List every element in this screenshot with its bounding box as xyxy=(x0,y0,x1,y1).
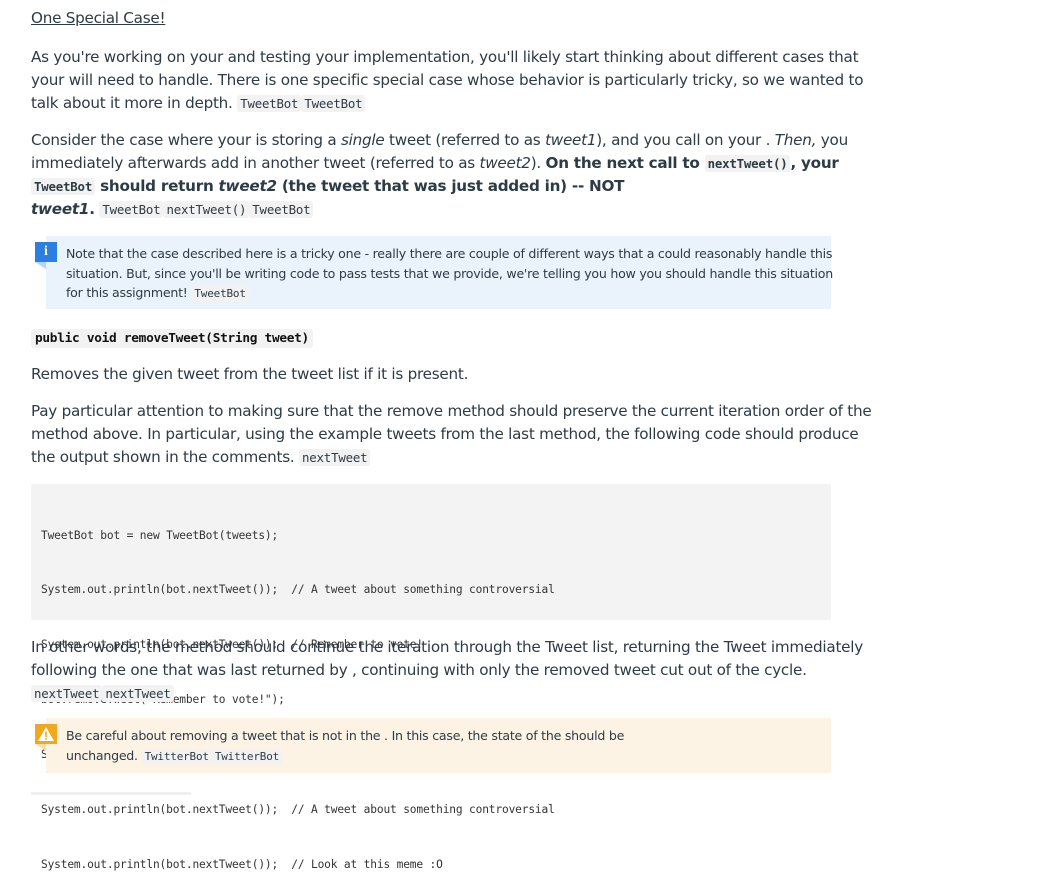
code-line: System.out.println(bot.nextTweet()); // … xyxy=(41,583,555,597)
section-heading: One Special Case! xyxy=(31,9,166,27)
code-line: TweetBot bot = new TweetBot(tweets); xyxy=(41,528,279,542)
consider-line-4: tweet1. TweetBot nextTweet() TweetBot xyxy=(31,198,848,221)
warning-callout: Be careful about removing a tweet that i… xyxy=(35,718,831,773)
inline-code: nextTweet xyxy=(102,685,174,702)
inline-code: nextTweet() xyxy=(704,155,791,172)
inline-code: TweetBot xyxy=(191,286,249,301)
inline-code: TweetBot xyxy=(249,201,314,218)
warning-icon-fold xyxy=(35,744,46,751)
method-description: Removes the given tweet from the tweet l… xyxy=(31,365,469,383)
pay-attention-paragraph: Pay particular attention to making sure … xyxy=(31,402,872,466)
inline-code: nextTweet xyxy=(31,685,103,702)
method-signature: public void removeTweet(String tweet) xyxy=(31,327,313,348)
info-callout: i Note that the case described here is a… xyxy=(35,236,833,309)
inline-code: nextTweet() xyxy=(163,201,250,218)
inline-code: TwitterBot xyxy=(141,748,212,764)
intro-line-2: your will need to handle. There is one s… xyxy=(31,71,864,89)
consider-line-2: immediately afterwards add in another tw… xyxy=(31,154,839,172)
intro-line-1: As you're working on your and testing yo… xyxy=(31,48,859,66)
info-icon-fold xyxy=(35,262,46,269)
info-icon: i xyxy=(35,242,57,262)
inline-code: nextTweet xyxy=(299,449,371,466)
warning-icon xyxy=(35,724,57,744)
intro-paragraph: As you're working on your and testing yo… xyxy=(31,46,864,115)
inline-code: TweetBot xyxy=(301,95,366,112)
info-callout-text: Note that the case described here is a t… xyxy=(66,246,833,301)
inline-code: TweetBot xyxy=(237,95,302,112)
warning-callout-text: Be careful about removing a tweet that i… xyxy=(66,728,625,764)
consider-line-1: Consider the case where your is storing … xyxy=(31,131,848,149)
code-line: System.out.println(bot.nextTweet()); // … xyxy=(41,857,443,871)
inline-code: TwitterBot xyxy=(211,748,283,764)
consider-line-3: TweetBot should return tweet2 (the tweet… xyxy=(31,175,848,198)
intro-line-3: talk about it more in depth. TweetBot Twe… xyxy=(31,92,863,115)
code-line: System.out.println(bot.nextTweet()); // … xyxy=(41,803,555,817)
inline-code: TweetBot xyxy=(31,178,96,195)
inline-code: TweetBot xyxy=(99,201,164,218)
consider-paragraph: Consider the case where your is storing … xyxy=(31,129,848,221)
code-block: TweetBot bot = new TweetBot(tweets); Sys… xyxy=(31,484,831,871)
other-words-paragraph: In other words, the method should contin… xyxy=(31,638,863,702)
